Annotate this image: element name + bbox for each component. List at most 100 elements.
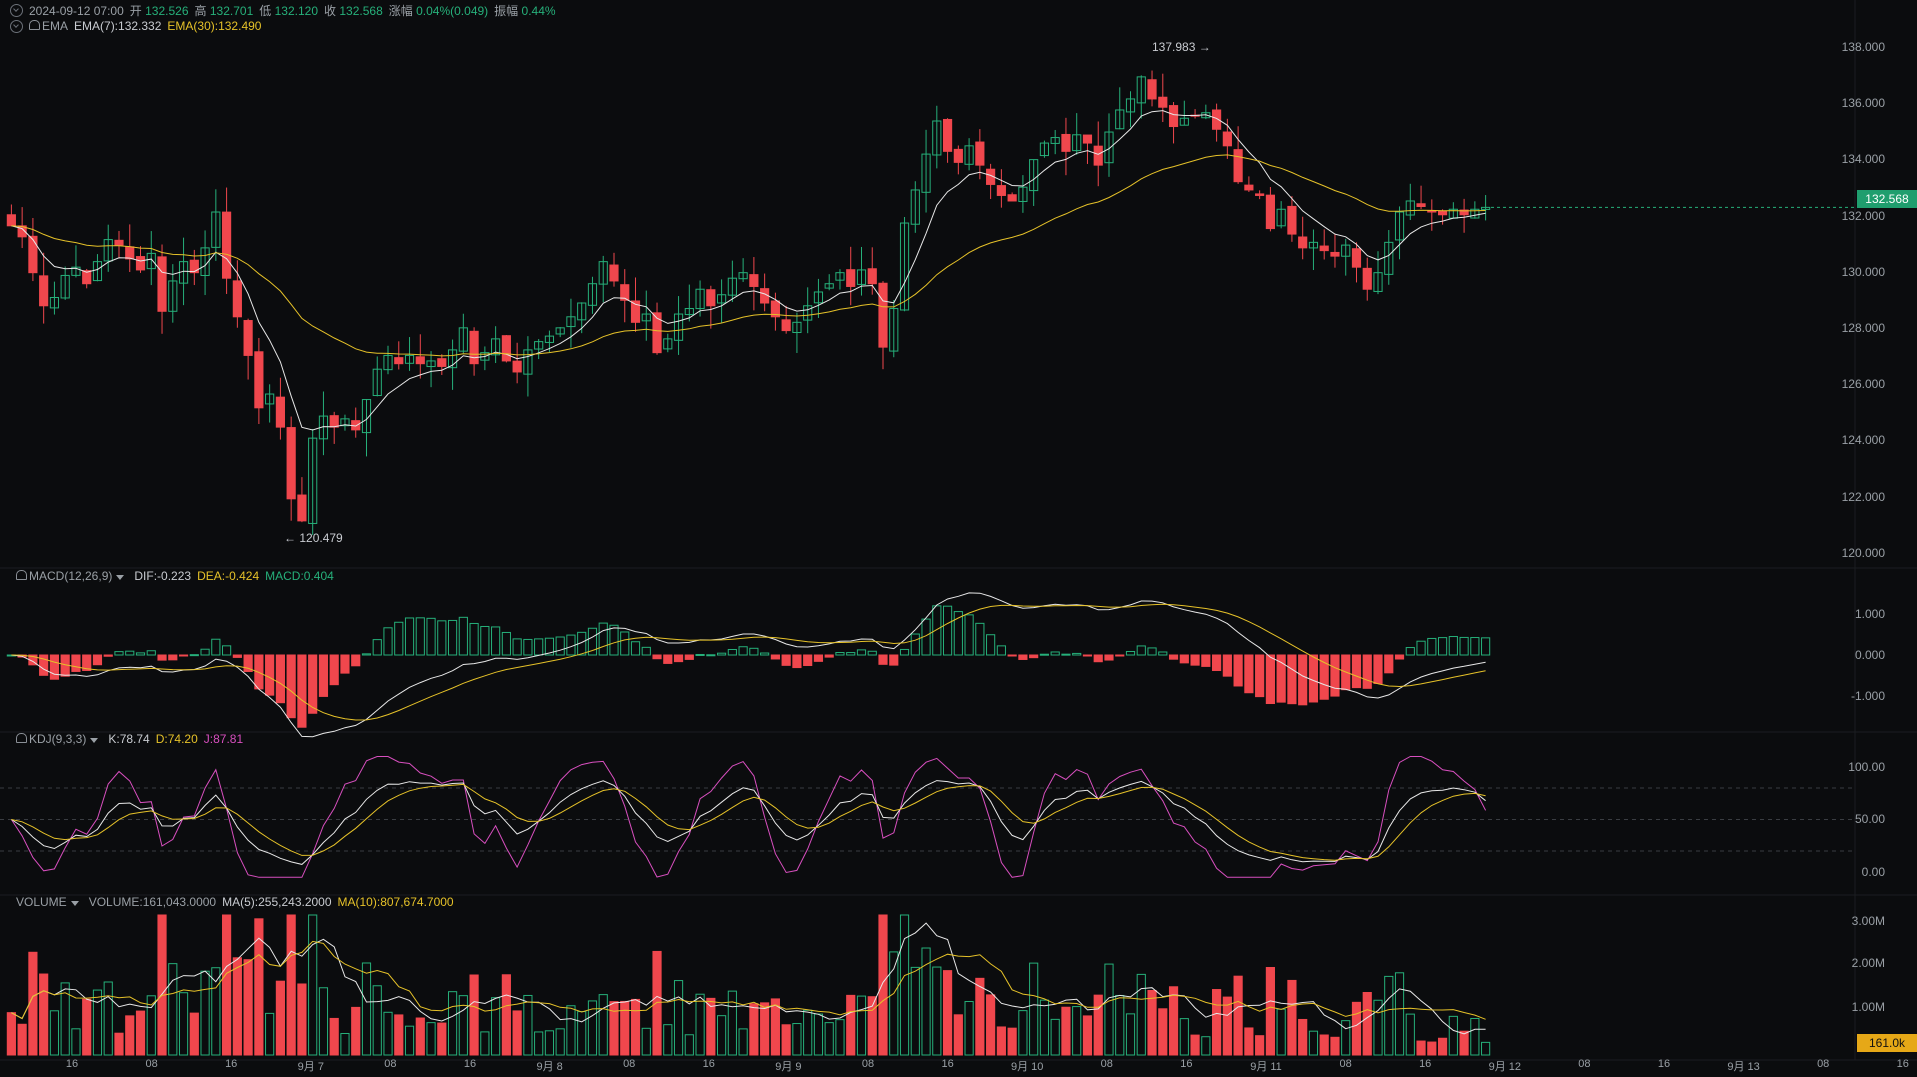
volume-indicator-name[interactable]: VOLUME <box>16 895 67 909</box>
ema-indicator-name[interactable]: EMA <box>42 19 68 33</box>
chevron-down-icon[interactable] <box>70 901 79 906</box>
time-tick: 16 <box>65 1058 79 1070</box>
macd-bar <box>749 647 759 656</box>
macd-bar <box>760 652 770 656</box>
volume-bar <box>1115 994 1125 1056</box>
ema7-line <box>11 110 1486 431</box>
volume-bar <box>103 981 113 1056</box>
macd-bar <box>1147 647 1157 656</box>
current-price-tag: 132.568 <box>1857 190 1917 208</box>
candle-down <box>1244 184 1254 191</box>
volume-bar <box>372 985 382 1056</box>
macd-bar <box>351 654 361 667</box>
bell-icon[interactable] <box>16 570 27 580</box>
candle-down <box>1168 105 1179 128</box>
volume-bar <box>1093 994 1103 1056</box>
volume-bar <box>975 977 985 1056</box>
volume-ma5-value: MA(5):255,243.2000 <box>222 895 332 909</box>
volume-bar <box>1158 1008 1168 1056</box>
volume-bar <box>932 966 942 1056</box>
macd-bar <box>361 653 372 656</box>
macd-bar <box>415 617 425 656</box>
volume-bar <box>49 1010 60 1056</box>
volume-bar <box>1427 1041 1437 1056</box>
amplitude-label: 振幅 <box>494 4 519 18</box>
volume-bar <box>835 1019 845 1056</box>
price-tick: 124.000 <box>1841 433 1885 447</box>
volume-bar <box>92 989 103 1056</box>
macd-bar <box>103 654 113 657</box>
collapse-icon[interactable] <box>10 4 23 17</box>
macd-bar <box>942 605 953 656</box>
candle-down <box>1061 133 1071 152</box>
open-value: 132.526 <box>145 4 189 18</box>
candle-down <box>135 256 146 271</box>
macd-bar <box>824 654 834 658</box>
bell-icon[interactable] <box>29 20 40 30</box>
volume-bar <box>1448 1015 1458 1056</box>
macd-bar <box>684 654 694 660</box>
time-tick: 9月 8 <box>536 1061 563 1073</box>
candle-down <box>297 494 307 522</box>
volume-bar <box>17 1023 27 1056</box>
candle-down <box>275 396 285 428</box>
volume-bar <box>168 963 178 1056</box>
candle-down <box>157 256 167 312</box>
macd-bar <box>1416 640 1426 656</box>
time-tick: 16 <box>1419 1058 1432 1070</box>
time-tick: 16 <box>1896 1058 1909 1070</box>
volume-bar <box>1222 996 1232 1056</box>
bell-icon[interactable] <box>16 733 27 743</box>
ohlc-datetime: 2024-09-12 07:00 <box>29 3 124 18</box>
macd-bar <box>1330 654 1340 697</box>
volume-bar <box>1007 1027 1017 1056</box>
volume-bar <box>1384 975 1394 1056</box>
chevron-down-icon[interactable] <box>116 575 125 580</box>
macd-bar <box>986 634 996 656</box>
macd-bar <box>996 645 1006 656</box>
macd-bar <box>286 654 296 719</box>
volume-bar <box>501 974 511 1056</box>
time-tick: 16 <box>463 1058 477 1070</box>
kdj-indicator-name[interactable]: KDJ(9,3,3) <box>29 732 86 746</box>
volume-bar <box>1330 1036 1340 1056</box>
candle-down <box>867 268 877 285</box>
candle-down <box>1330 251 1340 257</box>
candle-down <box>942 118 953 152</box>
volume-bar <box>781 1024 791 1056</box>
candle-down <box>286 427 296 500</box>
macd-bar <box>501 631 511 656</box>
time-tick: 08 <box>145 1058 158 1070</box>
macd-bar <box>1255 654 1265 698</box>
macd-bar <box>1362 654 1372 689</box>
chevron-down-icon[interactable] <box>90 738 99 743</box>
time-tick: 08 <box>1817 1058 1830 1070</box>
candle-down <box>1147 79 1157 100</box>
volume-bar <box>404 1025 415 1056</box>
volume-bar <box>1168 986 1179 1056</box>
time-tick: 08 <box>384 1058 397 1070</box>
low-marker-value: 120.479 <box>299 531 343 545</box>
volume-bar <box>297 983 307 1056</box>
volume-bar <box>544 1030 555 1056</box>
candle-down <box>1158 96 1168 108</box>
volume-bar <box>1201 1036 1211 1056</box>
time-tick: 08 <box>1339 1058 1352 1070</box>
collapse-icon[interactable] <box>10 19 23 33</box>
volume-ma10-line <box>11 940 1486 1020</box>
macd-bar <box>1470 637 1480 656</box>
volume-bar <box>82 998 92 1056</box>
volume-bar <box>1319 1034 1329 1056</box>
candle-down <box>1319 245 1329 252</box>
candle-down <box>114 239 124 246</box>
macd-bar <box>1212 654 1222 672</box>
macd-indicator-name[interactable]: MACD(12,26,9) <box>29 569 112 583</box>
macd-bar <box>889 654 899 666</box>
macd-bar <box>157 654 167 661</box>
volume-bar <box>996 1026 1006 1056</box>
volume-bar <box>1265 967 1275 1056</box>
candle-down <box>878 282 888 348</box>
macd-bar <box>555 636 565 656</box>
kdj-header: KDJ(9,3,3) K:78.74 D:74.20 J:87.81 <box>16 732 243 746</box>
volume-bar <box>630 998 641 1056</box>
